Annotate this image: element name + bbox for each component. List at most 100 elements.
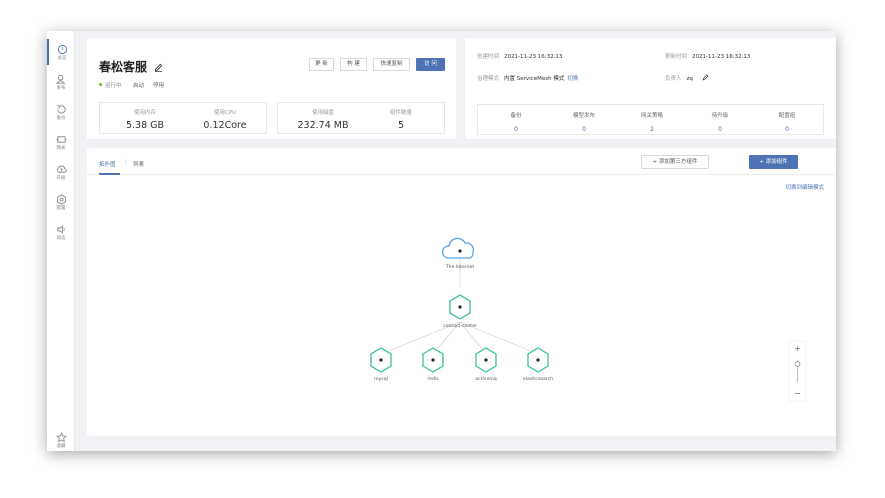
stat-components: 组件数量 5 xyxy=(356,103,446,131)
metric-value[interactable]: 0 xyxy=(690,126,750,133)
topology-panel: 拓扑图 | 列表 + 添加第三方组件 + 添加组件 切换到编辑模式 The In… xyxy=(87,148,836,436)
sidebar: 总览 发布 备份 网关 升级 配置 动态 收藏 xyxy=(47,31,75,451)
node-dot xyxy=(536,358,540,362)
sidebar-item-publish[interactable]: 发布 xyxy=(47,69,75,95)
node-dot xyxy=(484,358,488,362)
created-time: 创建时间 2021-11-23 16:32:13 xyxy=(477,52,562,60)
backup-icon xyxy=(56,104,66,114)
build-button[interactable]: 构 建 xyxy=(340,58,367,71)
zoom-in-button[interactable]: + xyxy=(794,344,801,353)
metric-value[interactable]: 0 xyxy=(554,126,614,133)
sidebar-item-label: 动态 xyxy=(56,235,66,241)
sidebar-item-backup[interactable]: 备份 xyxy=(47,99,75,125)
component-label-activemq: activemq xyxy=(475,376,496,382)
component-node-activemq[interactable] xyxy=(475,347,497,373)
stat-value: 5 xyxy=(397,120,405,131)
zoom-slider-handle[interactable] xyxy=(794,361,801,367)
sidebar-item-label: 配置 xyxy=(56,205,66,211)
sidebar-item-label: 发布 xyxy=(56,85,66,91)
stat-value: 0.12Core xyxy=(203,120,247,131)
governance-value: 内置 ServiceMesh 模式 xyxy=(504,76,565,82)
metric-label: 配置组 xyxy=(778,113,796,119)
stat-label: 组件数量 xyxy=(389,110,412,116)
governance-label: 治理模式 xyxy=(477,76,500,82)
node-dot xyxy=(458,249,462,253)
zoom-out-button[interactable]: − xyxy=(794,389,801,398)
running-dot xyxy=(99,83,102,86)
internet-label: The Internet xyxy=(445,264,474,270)
sidebar-item-label: 升级 xyxy=(56,175,66,181)
metric-label: 待升级 xyxy=(711,113,729,119)
star-icon xyxy=(55,431,67,442)
governance-switch-link[interactable]: 切换 xyxy=(567,76,578,82)
status-running: 运行中 xyxy=(99,81,122,89)
metric-value[interactable]: 0 xyxy=(486,126,546,133)
visit-button[interactable]: 访 问 xyxy=(416,58,445,71)
component-node-redis[interactable] xyxy=(422,347,444,373)
resource-stats-box: 使用内存 5.38 GB 使用CPU 0.12Core xyxy=(99,102,267,134)
updated-time: 更新时间 2021-11-23 16:32:13 xyxy=(665,52,750,60)
metric-config-group: 配置组 0 xyxy=(757,111,817,133)
app-title-wrap: 春松客服 xyxy=(99,58,163,75)
stat-label: 使用磁盘 xyxy=(311,110,334,116)
created-label: 创建时间 xyxy=(477,54,500,60)
edit-icon[interactable] xyxy=(154,61,163,75)
cloud-icon xyxy=(441,237,474,259)
upgrade-icon xyxy=(56,165,67,173)
metric-value[interactable]: 0 xyxy=(757,126,817,133)
internet-node[interactable] xyxy=(441,237,474,259)
sidebar-item-settings[interactable]: 配置 xyxy=(47,189,75,215)
node-dot xyxy=(458,305,462,309)
component-node-mysql[interactable] xyxy=(370,347,392,373)
component-label-redis: redis xyxy=(427,376,439,382)
quick-copy-button[interactable]: 快速复制 xyxy=(373,58,410,71)
owner-value: zq xyxy=(686,76,693,82)
metric-label: 网关策略 xyxy=(640,113,663,119)
topology-graph: The Internet contact-center mysql redis xyxy=(370,237,807,402)
node-dot xyxy=(379,358,383,362)
app-window: 总览 发布 备份 网关 升级 配置 动态 收藏 春松客服 更 新 构 建 快速复… xyxy=(47,31,836,451)
metric-label: 模型发布 xyxy=(572,113,595,119)
stat-cpu: 使用CPU 0.12Core xyxy=(180,103,270,131)
edit-owner-icon[interactable] xyxy=(702,74,709,83)
sidebar-item-label: 收藏 xyxy=(56,443,66,449)
sidebar-item-gateway[interactable]: 网关 xyxy=(47,129,75,155)
app-info-card: 创建时间 2021-11-23 16:32:13 更新时间 2021-11-23 1… xyxy=(465,38,836,139)
publish-icon xyxy=(55,74,66,84)
sidebar-item-favorite[interactable]: 收藏 xyxy=(47,427,75,451)
updated-value: 2021-11-23 16:32:13 xyxy=(692,54,751,60)
zoom-control: + − xyxy=(788,340,807,402)
update-button[interactable]: 更 新 xyxy=(309,58,334,71)
sidebar-item-dynamic[interactable]: 动态 xyxy=(47,219,75,245)
metric-backup: 备份 0 xyxy=(486,111,546,133)
app-title: 春松客服 xyxy=(99,60,148,74)
stat-value: 5.38 GB xyxy=(125,120,165,131)
component-label-contact-center: contact-center xyxy=(443,323,477,329)
metric-value[interactable]: 2 xyxy=(622,126,682,133)
node-dot xyxy=(431,358,435,362)
metric-label: 备份 xyxy=(510,113,522,119)
sidebar-item-overview[interactable]: 总览 xyxy=(47,39,75,65)
start-link[interactable]: 启动 xyxy=(133,81,144,89)
stat-disk: 使用磁盘 232.74 MB xyxy=(278,103,368,131)
stat-label: 使用CPU xyxy=(213,110,237,116)
status-running-text: 运行中 xyxy=(105,83,122,89)
metric-gateway-policy: 网关策略 2 xyxy=(622,111,682,133)
governance-mode: 治理模式 内置 ServiceMesh 模式 切换 xyxy=(477,74,578,82)
component-node-elasticsearch[interactable] xyxy=(527,347,549,373)
dynamic-icon xyxy=(56,224,65,234)
sidebar-item-label: 网关 xyxy=(56,145,66,151)
stat-value: 232.74 MB xyxy=(297,120,349,131)
component-label-mysql: mysql xyxy=(374,376,388,382)
stat-memory: 使用内存 5.38 GB xyxy=(100,103,190,131)
component-node-contact-center[interactable] xyxy=(449,294,471,320)
settings-icon xyxy=(56,193,66,205)
owner-label: 负责人 xyxy=(665,76,682,82)
sidebar-item-upgrade[interactable]: 升级 xyxy=(47,159,75,185)
sidebar-item-label: 总览 xyxy=(57,55,67,61)
stop-link[interactable]: 停用 xyxy=(153,81,164,89)
metric-pending-upgrade: 待升级 0 xyxy=(690,111,750,133)
created-value: 2021-11-23 16:32:13 xyxy=(504,54,563,60)
metrics-box: 备份 0 模型发布 0 网关策略 2 待升级 0 配置组 0 xyxy=(477,104,824,135)
sidebar-item-label: 备份 xyxy=(56,115,66,121)
